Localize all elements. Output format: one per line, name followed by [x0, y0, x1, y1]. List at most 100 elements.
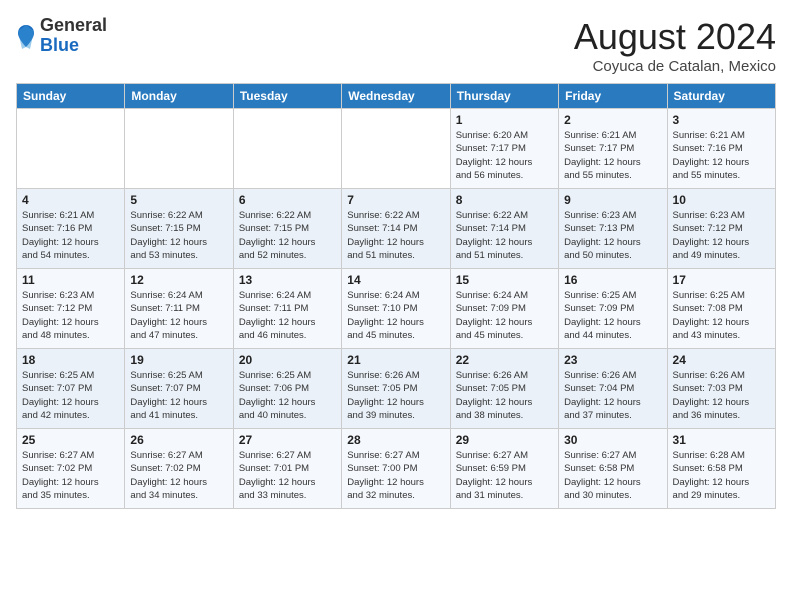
day-info: Sunrise: 6:25 AM Sunset: 7:06 PM Dayligh…	[239, 369, 336, 422]
day-number: 9	[564, 193, 661, 207]
day-number: 15	[456, 273, 553, 287]
day-info: Sunrise: 6:20 AM Sunset: 7:17 PM Dayligh…	[456, 129, 553, 182]
title-block: August 2024 Coyuca de Catalan, Mexico	[574, 16, 776, 75]
logo-blue-text: Blue	[40, 36, 107, 56]
day-number: 26	[130, 433, 227, 447]
day-number: 19	[130, 353, 227, 367]
calendar-week-row: 11 Sunrise: 6:23 AM Sunset: 7:12 PM Dayli…	[17, 269, 776, 349]
calendar-cell: 30 Sunrise: 6:27 AM Sunset: 6:58 PM Dayli…	[559, 429, 667, 509]
day-info: Sunrise: 6:22 AM Sunset: 7:15 PM Dayligh…	[130, 209, 227, 262]
calendar-cell: 29 Sunrise: 6:27 AM Sunset: 6:59 PM Dayli…	[450, 429, 558, 509]
calendar-cell: 5 Sunrise: 6:22 AM Sunset: 7:15 PM Daylig…	[125, 189, 233, 269]
day-number: 10	[673, 193, 770, 207]
day-number: 25	[22, 433, 119, 447]
calendar-cell: 13 Sunrise: 6:24 AM Sunset: 7:11 PM Dayli…	[233, 269, 341, 349]
day-info: Sunrise: 6:25 AM Sunset: 7:08 PM Dayligh…	[673, 289, 770, 342]
day-info: Sunrise: 6:25 AM Sunset: 7:07 PM Dayligh…	[22, 369, 119, 422]
calendar-cell: 9 Sunrise: 6:23 AM Sunset: 7:13 PM Daylig…	[559, 189, 667, 269]
calendar-cell: 25 Sunrise: 6:27 AM Sunset: 7:02 PM Dayli…	[17, 429, 125, 509]
weekday-header-thursday: Thursday	[450, 84, 558, 109]
calendar-cell: 6Sunrise: 6:22 AM Sunset: 7:15 PM Daylig…	[233, 189, 341, 269]
calendar-cell: 21Sunrise: 6:26 AM Sunset: 7:05 PM Dayli…	[342, 349, 450, 429]
day-info: Sunrise: 6:22 AM Sunset: 7:14 PM Dayligh…	[456, 209, 553, 262]
day-info: Sunrise: 6:23 AM Sunset: 7:12 PM Dayligh…	[673, 209, 770, 262]
weekday-header-wednesday: Wednesday	[342, 84, 450, 109]
day-number: 12	[130, 273, 227, 287]
weekday-header-saturday: Saturday	[667, 84, 775, 109]
day-info: Sunrise: 6:28 AM Sunset: 6:58 PM Dayligh…	[673, 449, 770, 502]
day-number: 11	[22, 273, 119, 287]
day-number: 13	[239, 273, 336, 287]
day-number: 31	[673, 433, 770, 447]
calendar-week-row: 4 Sunrise: 6:21 AM Sunset: 7:16 PM Daylig…	[17, 189, 776, 269]
day-info: Sunrise: 6:27 AM Sunset: 7:02 PM Dayligh…	[22, 449, 119, 502]
calendar-cell: 7 Sunrise: 6:22 AM Sunset: 7:14 PM Daylig…	[342, 189, 450, 269]
calendar-cell: 2Sunrise: 6:21 AM Sunset: 7:17 PM Daylig…	[559, 109, 667, 189]
day-info: Sunrise: 6:25 AM Sunset: 7:09 PM Dayligh…	[564, 289, 661, 342]
day-info: Sunrise: 6:22 AM Sunset: 7:15 PM Dayligh…	[239, 209, 336, 262]
day-number: 30	[564, 433, 661, 447]
calendar-cell: 12 Sunrise: 6:24 AM Sunset: 7:11 PM Dayli…	[125, 269, 233, 349]
day-number: 23	[564, 353, 661, 367]
calendar-cell: 17 Sunrise: 6:25 AM Sunset: 7:08 PM Dayli…	[667, 269, 775, 349]
day-number: 7	[347, 193, 444, 207]
day-number: 29	[456, 433, 553, 447]
calendar-cell: 4 Sunrise: 6:21 AM Sunset: 7:16 PM Daylig…	[17, 189, 125, 269]
page-header: General Blue August 2024 Coyuca de Catal…	[16, 16, 776, 75]
day-info: Sunrise: 6:25 AM Sunset: 7:07 PM Dayligh…	[130, 369, 227, 422]
month-title: August 2024	[574, 16, 776, 58]
calendar-cell: 26Sunrise: 6:27 AM Sunset: 7:02 PM Dayli…	[125, 429, 233, 509]
calendar-table: SundayMondayTuesdayWednesdayThursdayFrid…	[16, 83, 776, 509]
day-info: Sunrise: 6:21 AM Sunset: 7:16 PM Dayligh…	[673, 129, 770, 182]
logo-text: General Blue	[40, 16, 107, 56]
calendar-week-row: 25 Sunrise: 6:27 AM Sunset: 7:02 PM Dayli…	[17, 429, 776, 509]
calendar-cell: 23Sunrise: 6:26 AM Sunset: 7:04 PM Dayli…	[559, 349, 667, 429]
calendar-cell: 19 Sunrise: 6:25 AM Sunset: 7:07 PM Dayli…	[125, 349, 233, 429]
day-info: Sunrise: 6:23 AM Sunset: 7:13 PM Dayligh…	[564, 209, 661, 262]
weekday-header-sunday: Sunday	[17, 84, 125, 109]
day-number: 22	[456, 353, 553, 367]
day-number: 4	[22, 193, 119, 207]
calendar-cell: 24Sunrise: 6:26 AM Sunset: 7:03 PM Dayli…	[667, 349, 775, 429]
calendar-cell: 8Sunrise: 6:22 AM Sunset: 7:14 PM Daylig…	[450, 189, 558, 269]
calendar-body: 1 Sunrise: 6:20 AM Sunset: 7:17 PM Daylig…	[17, 109, 776, 509]
day-number: 27	[239, 433, 336, 447]
calendar-cell: 3 Sunrise: 6:21 AM Sunset: 7:16 PM Daylig…	[667, 109, 775, 189]
calendar-cell: 31 Sunrise: 6:28 AM Sunset: 6:58 PM Dayli…	[667, 429, 775, 509]
day-info: Sunrise: 6:21 AM Sunset: 7:16 PM Dayligh…	[22, 209, 119, 262]
calendar-cell: 27 Sunrise: 6:27 AM Sunset: 7:01 PM Dayli…	[233, 429, 341, 509]
calendar-cell: 28Sunrise: 6:27 AM Sunset: 7:00 PM Dayli…	[342, 429, 450, 509]
day-info: Sunrise: 6:26 AM Sunset: 7:05 PM Dayligh…	[347, 369, 444, 422]
day-info: Sunrise: 6:24 AM Sunset: 7:09 PM Dayligh…	[456, 289, 553, 342]
day-info: Sunrise: 6:27 AM Sunset: 7:01 PM Dayligh…	[239, 449, 336, 502]
day-info: Sunrise: 6:23 AM Sunset: 7:12 PM Dayligh…	[22, 289, 119, 342]
calendar-cell: 10 Sunrise: 6:23 AM Sunset: 7:12 PM Dayli…	[667, 189, 775, 269]
day-info: Sunrise: 6:26 AM Sunset: 7:05 PM Dayligh…	[456, 369, 553, 422]
logo: General Blue	[16, 16, 107, 56]
calendar-cell: 20Sunrise: 6:25 AM Sunset: 7:06 PM Dayli…	[233, 349, 341, 429]
day-number: 1	[456, 113, 553, 127]
calendar-cell: 22 Sunrise: 6:26 AM Sunset: 7:05 PM Dayli…	[450, 349, 558, 429]
calendar-cell: 16 Sunrise: 6:25 AM Sunset: 7:09 PM Dayli…	[559, 269, 667, 349]
day-info: Sunrise: 6:27 AM Sunset: 6:58 PM Dayligh…	[564, 449, 661, 502]
logo-icon	[16, 23, 36, 51]
calendar-cell	[342, 109, 450, 189]
calendar-cell: 14Sunrise: 6:24 AM Sunset: 7:10 PM Dayli…	[342, 269, 450, 349]
day-info: Sunrise: 6:27 AM Sunset: 6:59 PM Dayligh…	[456, 449, 553, 502]
weekday-header-monday: Monday	[125, 84, 233, 109]
day-number: 16	[564, 273, 661, 287]
day-number: 5	[130, 193, 227, 207]
day-number: 3	[673, 113, 770, 127]
logo-general-text: General	[40, 16, 107, 36]
day-number: 18	[22, 353, 119, 367]
weekday-header-row: SundayMondayTuesdayWednesdayThursdayFrid…	[17, 84, 776, 109]
calendar-week-row: 18 Sunrise: 6:25 AM Sunset: 7:07 PM Dayli…	[17, 349, 776, 429]
day-number: 14	[347, 273, 444, 287]
calendar-cell: 18 Sunrise: 6:25 AM Sunset: 7:07 PM Dayli…	[17, 349, 125, 429]
calendar-cell: 11 Sunrise: 6:23 AM Sunset: 7:12 PM Dayli…	[17, 269, 125, 349]
day-info: Sunrise: 6:22 AM Sunset: 7:14 PM Dayligh…	[347, 209, 444, 262]
day-info: Sunrise: 6:24 AM Sunset: 7:11 PM Dayligh…	[239, 289, 336, 342]
day-number: 17	[673, 273, 770, 287]
day-info: Sunrise: 6:24 AM Sunset: 7:11 PM Dayligh…	[130, 289, 227, 342]
calendar-cell: 15 Sunrise: 6:24 AM Sunset: 7:09 PM Dayli…	[450, 269, 558, 349]
